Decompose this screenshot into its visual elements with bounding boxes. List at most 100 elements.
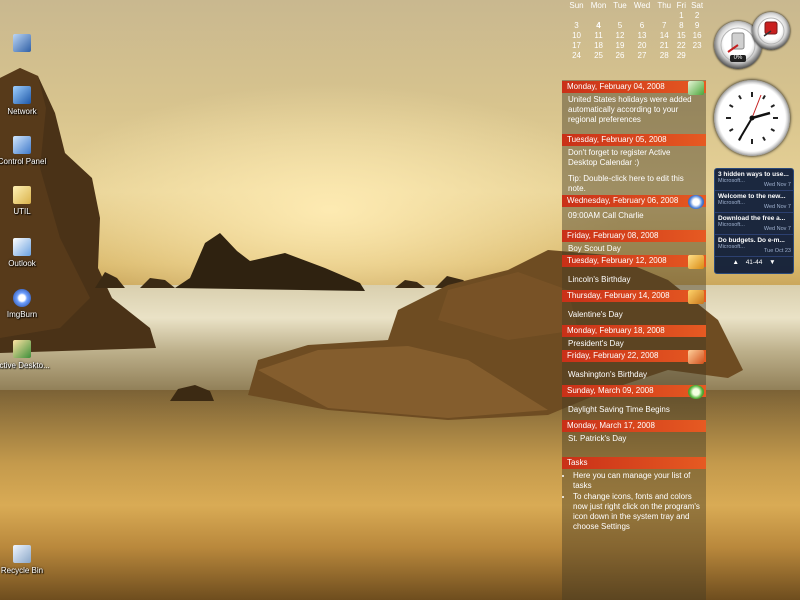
note-date-header: Monday, March 17, 2008: [562, 420, 706, 432]
previous-arrow-icon[interactable]: ▲: [732, 259, 738, 266]
calendar-day[interactable]: 14: [654, 30, 674, 40]
calendar-day[interactable]: 8: [674, 20, 688, 30]
task-item[interactable]: Here you can manage your list of tasks: [573, 471, 706, 491]
calendar-day-today[interactable]: 4: [587, 20, 610, 30]
note-icon: [688, 81, 704, 95]
calendar-week: 10 11 12 13 14 15 16: [566, 30, 706, 40]
note-item[interactable]: Monday, March 17, 2008 St. Patrick's Day: [562, 420, 706, 444]
note-item[interactable]: Wednesday, February 06, 2008 09:00AM Cal…: [562, 195, 706, 221]
feed-page-indicator: 41-44: [745, 259, 763, 266]
feed-headlines-gadget[interactable]: 3 hidden ways to use... Microsoft... Wed…: [714, 168, 794, 274]
calendar-day[interactable]: 18: [587, 40, 610, 50]
feed-item[interactable]: Do budgets. Do e-m... Microsoft... Tue O…: [715, 235, 793, 257]
calendar-day[interactable]: 12: [610, 30, 630, 40]
cake-icon: [688, 350, 704, 364]
active-desktop-icon: [13, 340, 31, 358]
calendar-day[interactable]: 15: [674, 30, 688, 40]
calendar-day[interactable]: 28: [654, 50, 674, 60]
note-item[interactable]: Monday, February 18, 2008 President's Da…: [562, 325, 706, 349]
note-text: President's Day: [568, 339, 624, 348]
calendar-day[interactable]: [630, 10, 654, 20]
calendar-day[interactable]: 6: [630, 20, 654, 30]
calendar-day[interactable]: [566, 10, 587, 20]
desktop-icon-recycle-bin[interactable]: Recycle Bin: [0, 545, 50, 575]
tasks-section[interactable]: Tasks Here you can manage your list of t…: [562, 457, 706, 533]
gift-icon: [688, 255, 704, 269]
memory-meter-gadget[interactable]: [752, 12, 790, 50]
note-item[interactable]: Sunday, March 09, 2008 Daylight Saving T…: [562, 385, 706, 415]
note-text: Don't forget to register Active Desktop …: [568, 148, 671, 167]
calendar-day[interactable]: 20: [630, 40, 654, 50]
calendar-day[interactable]: 29: [674, 50, 688, 60]
calendar-day[interactable]: 11: [587, 30, 610, 40]
note-date-header: Sunday, March 09, 2008: [562, 385, 706, 399]
calendar-day[interactable]: 22: [674, 40, 688, 50]
note-tip-text: Tip: Double-click here to edit this note…: [568, 174, 684, 193]
desktop-icon-imgburn[interactable]: ImgBurn: [0, 289, 50, 319]
desktop-icon-computer[interactable]: [0, 34, 50, 55]
control-panel-icon: [13, 136, 31, 154]
desktop-icon-util[interactable]: UTIL: [0, 186, 50, 216]
note-item[interactable]: Tuesday, February 12, 2008 Lincoln's Bir…: [562, 255, 706, 285]
note-item[interactable]: Friday, February 22, 2008 Washington's B…: [562, 350, 706, 380]
calendar-day[interactable]: 24: [566, 50, 587, 60]
feed-item[interactable]: 3 hidden ways to use... Microsoft... Wed…: [715, 169, 793, 191]
month-calendar[interactable]: Sun Mon Tue Wed Thu Fri Sat 1 2 3 4 5 6 …: [566, 0, 706, 60]
task-item[interactable]: To change icons, fonts and colors now ju…: [573, 492, 706, 532]
desktop-icon-control-panel[interactable]: Control Panel: [0, 136, 50, 166]
tasks-header: Tasks: [562, 457, 706, 469]
phone-icon: [688, 195, 704, 209]
gauge-needle-icon: [757, 17, 785, 45]
calendar-day[interactable]: 5: [610, 20, 630, 30]
small-rock: [170, 385, 214, 401]
feed-item[interactable]: Welcome to the new... Microsoft... Wed N…: [715, 191, 793, 213]
note-date-header: Thursday, February 14, 2008: [562, 290, 706, 304]
calendar-day[interactable]: 10: [566, 30, 587, 40]
feed-navigation: ▲ 41-44 ▼: [715, 257, 793, 269]
note-item[interactable]: Monday, February 04, 2008 United States …: [562, 81, 706, 125]
calendar-weekdays: Sun Mon Tue Wed Thu Fri Sat: [569, 0, 704, 10]
calendar-day[interactable]: 27: [630, 50, 654, 60]
calendar-day[interactable]: [654, 10, 674, 20]
feed-item[interactable]: Download the free a... Microsoft... Wed …: [715, 213, 793, 235]
desktop-icon-outlook[interactable]: Outlook: [0, 238, 50, 268]
calendar-day[interactable]: 17: [566, 40, 587, 50]
note-item[interactable]: Friday, February 08, 2008 Boy Scout Day: [562, 230, 706, 254]
calendar-week: 24 25 26 27 28 29: [566, 50, 706, 60]
note-text: Daylight Saving Time Begins: [568, 405, 670, 414]
recycle-bin-icon: [13, 545, 31, 563]
calendar-day[interactable]: 23: [688, 40, 706, 50]
gauge-value: 0%: [733, 55, 743, 61]
calendar-day[interactable]: 25: [587, 50, 610, 60]
calendar-day[interactable]: 7: [654, 20, 674, 30]
analog-clock-gadget[interactable]: [714, 80, 790, 156]
imgburn-icon: [13, 289, 31, 307]
calendar-day[interactable]: 1: [674, 10, 688, 20]
calendar-day[interactable]: 3: [566, 20, 587, 30]
note-text: Valentine's Day: [568, 310, 623, 319]
calendar-day[interactable]: 2: [688, 10, 706, 20]
calendar-day[interactable]: 21: [654, 40, 674, 50]
clock-face-icon: [726, 92, 778, 144]
calendar-day[interactable]: [610, 10, 630, 20]
note-text: 09:00AM Call Charlie: [568, 211, 644, 220]
calendar-day[interactable]: 9: [688, 20, 706, 30]
desktop-icon-active-desktop[interactable]: Active Deskto...: [0, 340, 50, 370]
note-item[interactable]: Tuesday, February 05, 2008 Don't forget …: [562, 134, 706, 194]
calendar-day[interactable]: [587, 10, 610, 20]
calendar-day[interactable]: 19: [610, 40, 630, 50]
note-item[interactable]: Thursday, February 14, 2008 Valentine's …: [562, 290, 706, 320]
note-date-header: Wednesday, February 06, 2008: [562, 195, 706, 209]
outlook-icon: [13, 238, 31, 256]
folder-icon: [13, 186, 31, 204]
desktop-icon-network[interactable]: Network: [0, 86, 50, 116]
calendar-week: 1 2: [566, 10, 706, 20]
calendar-day[interactable]: [688, 50, 706, 60]
calendar-day[interactable]: 13: [630, 30, 654, 40]
next-arrow-icon[interactable]: ▼: [769, 259, 775, 266]
calendar-day[interactable]: 26: [610, 50, 630, 60]
alarm-icon: [688, 385, 704, 399]
calendar-day[interactable]: 16: [688, 30, 706, 40]
note-date-header: Tuesday, February 05, 2008: [562, 134, 706, 146]
calendar-week: 3 4 5 6 7 8 9: [566, 20, 706, 30]
